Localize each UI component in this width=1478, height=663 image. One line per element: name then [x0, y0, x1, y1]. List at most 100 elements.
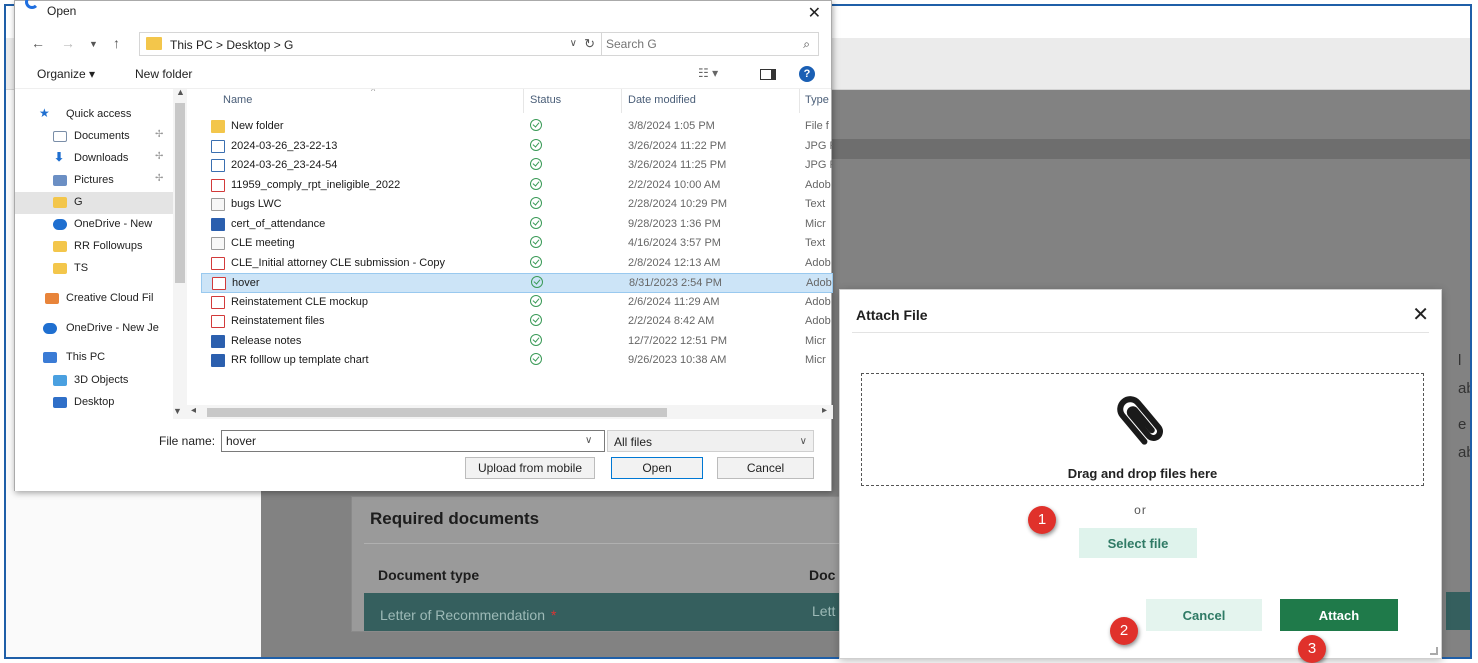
nav-pane-scrollbar[interactable]: ▲	[173, 89, 187, 419]
attach-button[interactable]: Attach	[1280, 599, 1398, 631]
nav-item-onedrive[interactable]: OneDrive - New	[15, 214, 175, 236]
cancel-button[interactable]: Cancel	[717, 457, 814, 479]
view-options-icon[interactable]: ☷ ▾	[698, 66, 718, 80]
edge-text-2: ab	[1458, 380, 1470, 397]
cancel-button[interactable]: Cancel	[1146, 599, 1262, 631]
nav-item-this-pc[interactable]: This PC	[15, 347, 175, 369]
dialog-footer: File name: ∨ All files ∨ Upload from mob…	[15, 421, 831, 491]
organize-button[interactable]: Organize ▾	[37, 67, 95, 81]
nav-item-creative-cloud[interactable]: Creative Cloud Fil	[15, 288, 175, 310]
text-file-icon	[211, 198, 225, 211]
required-documents-card: Required documents Document type Doc Let…	[351, 496, 846, 632]
file-row[interactable]: CLE_Initial attorney CLE submission - Co…	[201, 254, 833, 274]
navigation-bar: ← → ▼ ↑ This PC > Desktop > G ∨ ↻ ⌕	[15, 29, 831, 59]
column-status[interactable]: Status	[530, 94, 561, 106]
file-row[interactable]: CLE meeting 4/16/2024 3:57 PM Text	[201, 234, 833, 254]
open-button[interactable]: Open	[611, 457, 703, 479]
up-arrow-icon[interactable]: ↑	[113, 35, 120, 51]
document-row[interactable]: Letter of Recommendation * Lett	[364, 593, 845, 631]
forward-arrow-icon[interactable]: →	[61, 35, 75, 51]
file-row[interactable]: 2024-03-26_23-22-13 3/26/2024 11:22 PM J…	[201, 137, 833, 157]
file-row[interactable]: bugs LWC 2/28/2024 10:29 PM Text	[201, 195, 833, 215]
nav-item-label: RR Followups	[74, 240, 143, 252]
close-icon[interactable]: ✕	[808, 3, 821, 23]
recent-chevron-icon[interactable]: ▼	[89, 39, 98, 49]
select-file-button[interactable]: Select file	[1079, 528, 1197, 558]
file-row[interactable]: New folder 3/8/2024 1:05 PM File f	[201, 117, 833, 137]
help-icon[interactable]: ?	[799, 66, 815, 82]
computer-icon	[43, 352, 57, 363]
nav-item-downloads[interactable]: ⬇ Downloads ✢	[15, 148, 175, 170]
nav-item-rr-followups[interactable]: RR Followups	[15, 236, 175, 258]
file-row[interactable]: Release notes 12/7/2022 12:51 PM Micr	[201, 332, 833, 352]
nav-item-label: Pictures	[74, 174, 114, 186]
chevron-down-icon[interactable]: ∨	[570, 38, 577, 49]
horizontal-scrollbar[interactable]: ◂ ▸	[187, 405, 833, 419]
file-date: 9/26/2023 10:38 AM	[628, 354, 727, 366]
address-bar[interactable]: This PC > Desktop > G ∨ ↻	[139, 32, 602, 56]
nav-item-documents[interactable]: Documents ✢	[15, 126, 175, 148]
file-name-input[interactable]	[221, 430, 605, 452]
scrollbar-thumb[interactable]	[207, 408, 667, 417]
folder-icon	[211, 120, 225, 133]
close-icon[interactable]: ✕	[1412, 302, 1429, 327]
file-date: 2/2/2024 10:00 AM	[628, 178, 721, 191]
column-date-modified[interactable]: Date modified	[628, 94, 696, 106]
scrollbar-thumb[interactable]	[175, 103, 185, 283]
file-row-selected[interactable]: hover 8/31/2023 2:54 PM Adob	[201, 273, 833, 293]
file-date: 8/31/2023 2:54 PM	[629, 277, 722, 289]
search-icon[interactable]: ⌕	[803, 37, 810, 52]
chevron-down-icon[interactable]: ∨	[585, 435, 592, 446]
file-name: New folder	[231, 120, 284, 132]
resize-grip-icon[interactable]	[1430, 647, 1438, 655]
cloud-icon	[53, 219, 67, 230]
file-row[interactable]: 11959_comply_rpt_ineligible_2022 2/2/202…	[201, 176, 833, 196]
sync-status-icon	[530, 236, 542, 248]
new-folder-button[interactable]: New folder	[135, 67, 192, 81]
file-type-select[interactable]: All files ∨	[607, 430, 814, 452]
nav-item-ts[interactable]: TS	[15, 258, 175, 280]
file-row[interactable]: Reinstatement CLE mockup 2/6/2024 11:29 …	[201, 293, 833, 313]
nav-item-quick-access[interactable]: ★ Quick access	[15, 104, 175, 126]
column-document: Doc	[809, 567, 836, 583]
column-name[interactable]: Name	[223, 94, 252, 106]
nav-item-onedrive-nj[interactable]: OneDrive - New Je	[15, 318, 175, 340]
file-row[interactable]: cert_of_attendance 9/28/2023 1:36 PM Mic…	[201, 215, 833, 235]
nav-item-desktop[interactable]: Desktop	[15, 392, 175, 414]
scroll-right-icon[interactable]: ▸	[822, 405, 827, 416]
sync-status-icon	[530, 119, 542, 131]
pictures-icon	[53, 175, 67, 186]
word-file-icon	[211, 334, 225, 348]
file-drop-zone[interactable]: Drag and drop files here	[861, 373, 1424, 486]
search-input[interactable]	[606, 36, 786, 52]
folder-icon	[53, 263, 67, 274]
file-row[interactable]: RR folllow up template chart 9/26/2023 1…	[201, 351, 833, 371]
chevron-down-icon[interactable]: ▼	[173, 406, 182, 416]
back-arrow-icon[interactable]: ←	[31, 35, 45, 51]
nav-item-3d-objects[interactable]: 3D Objects	[15, 370, 175, 392]
file-name: CLE meeting	[231, 237, 295, 249]
pdf-file-icon	[211, 315, 225, 328]
download-icon: ⬇	[54, 150, 65, 164]
nav-item-g[interactable]: G	[15, 192, 175, 214]
file-row[interactable]: Reinstatement files 2/2/2024 8:42 AM Ado…	[201, 312, 833, 332]
file-date: 9/28/2023 1:36 PM	[628, 217, 721, 230]
pdf-file-icon	[211, 295, 225, 309]
navigation-pane: ★ Quick access Documents ✢ ⬇ Downloads ✢…	[15, 89, 187, 419]
file-type: Adob	[805, 295, 831, 308]
edge-logo-icon	[25, 0, 39, 9]
column-type[interactable]: Type	[805, 94, 829, 106]
search-box[interactable]: ⌕	[601, 32, 819, 56]
folder-icon	[53, 197, 67, 208]
file-name: bugs LWC	[231, 198, 282, 210]
preview-pane-icon[interactable]	[760, 69, 776, 80]
file-name: CLE_Initial attorney CLE submission - Co…	[231, 256, 445, 269]
drop-zone-text: Drag and drop files here	[1067, 466, 1218, 481]
sync-status-icon	[530, 197, 542, 209]
refresh-icon[interactable]: ↻	[584, 36, 595, 52]
upload-from-mobile-button[interactable]: Upload from mobile	[465, 457, 595, 479]
scroll-left-icon[interactable]: ◂	[191, 405, 196, 416]
file-row[interactable]: 2024-03-26_23-24-54 3/26/2024 11:25 PM J…	[201, 156, 833, 176]
nav-item-pictures[interactable]: Pictures ✢	[15, 170, 175, 192]
scroll-up-icon[interactable]: ▲	[176, 89, 185, 97]
